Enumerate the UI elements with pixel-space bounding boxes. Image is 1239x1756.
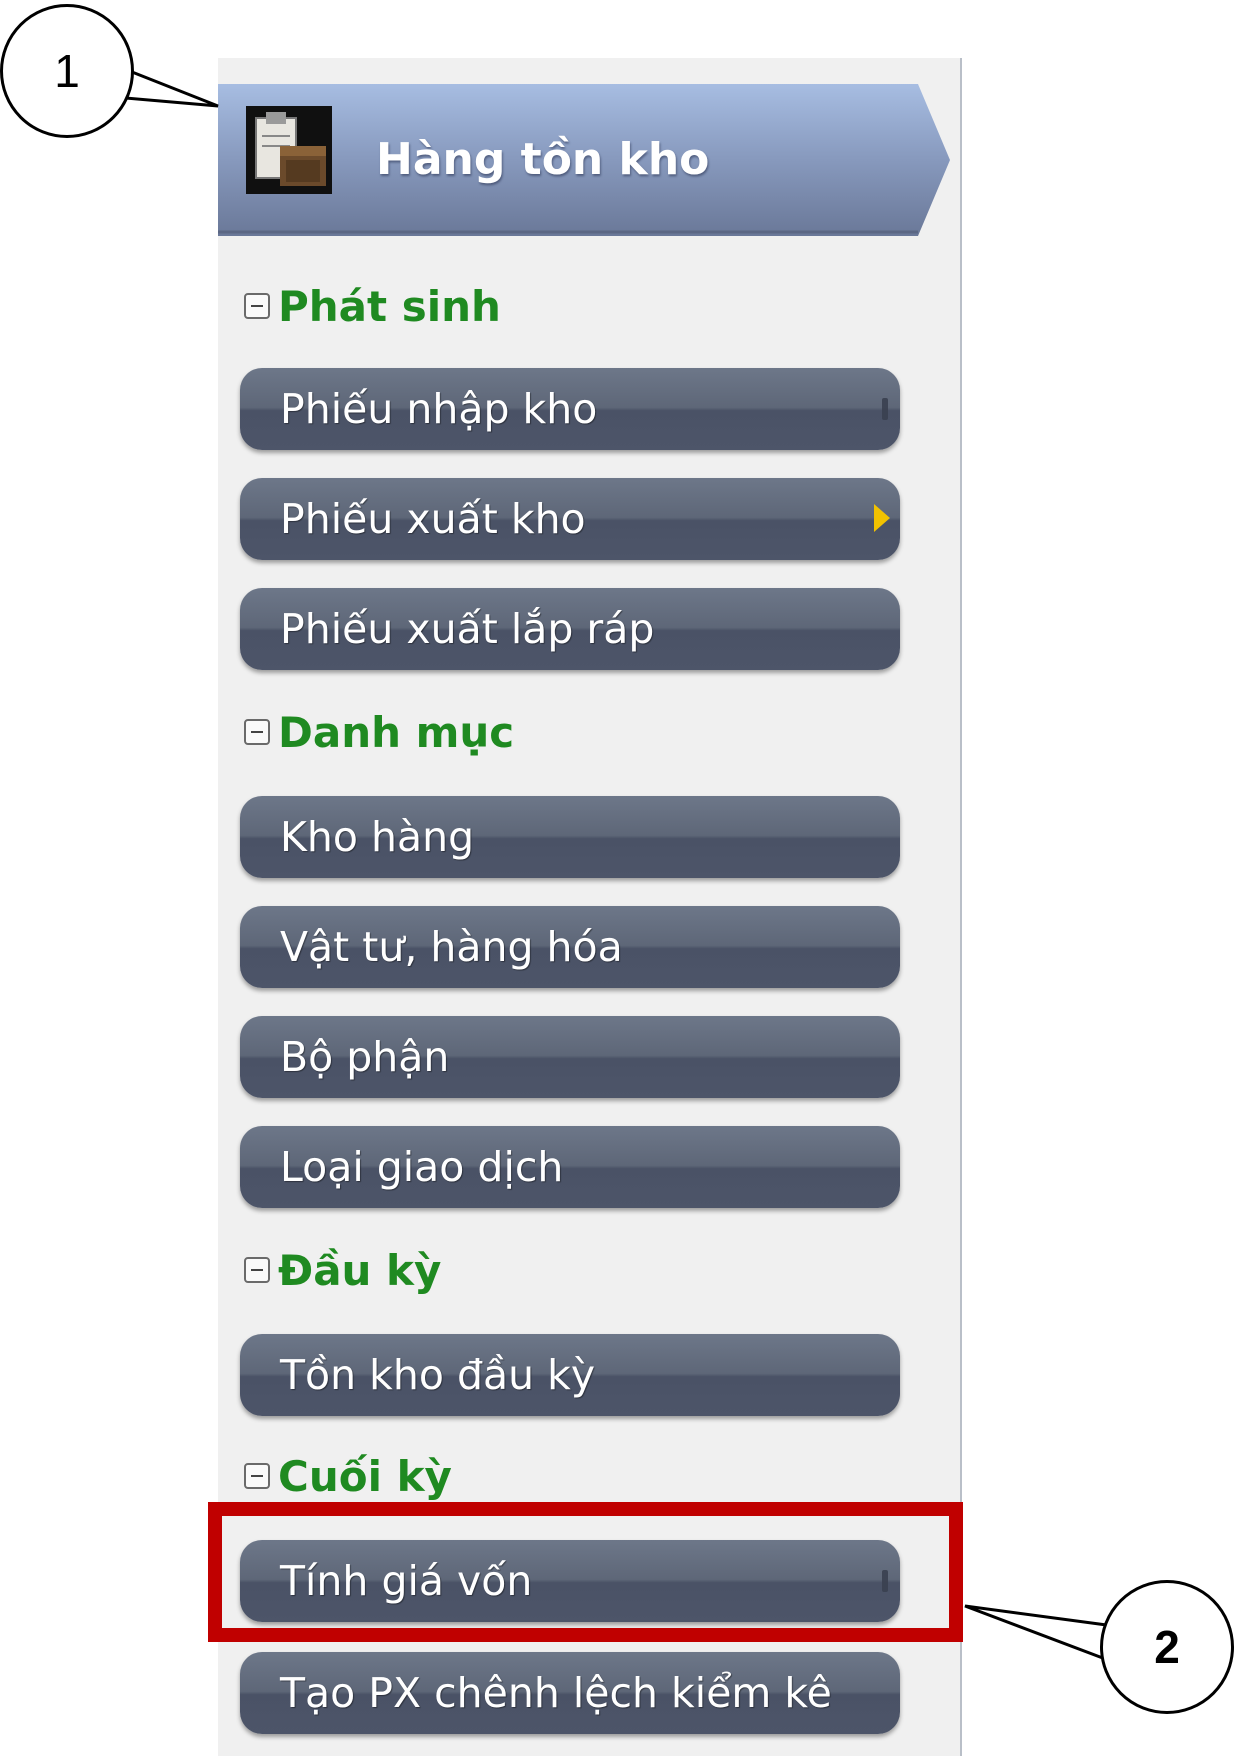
callout-leader-lines	[125, 70, 1115, 1662]
callout-1: 1	[0, 4, 134, 138]
callout-2: 2	[1100, 1580, 1234, 1714]
